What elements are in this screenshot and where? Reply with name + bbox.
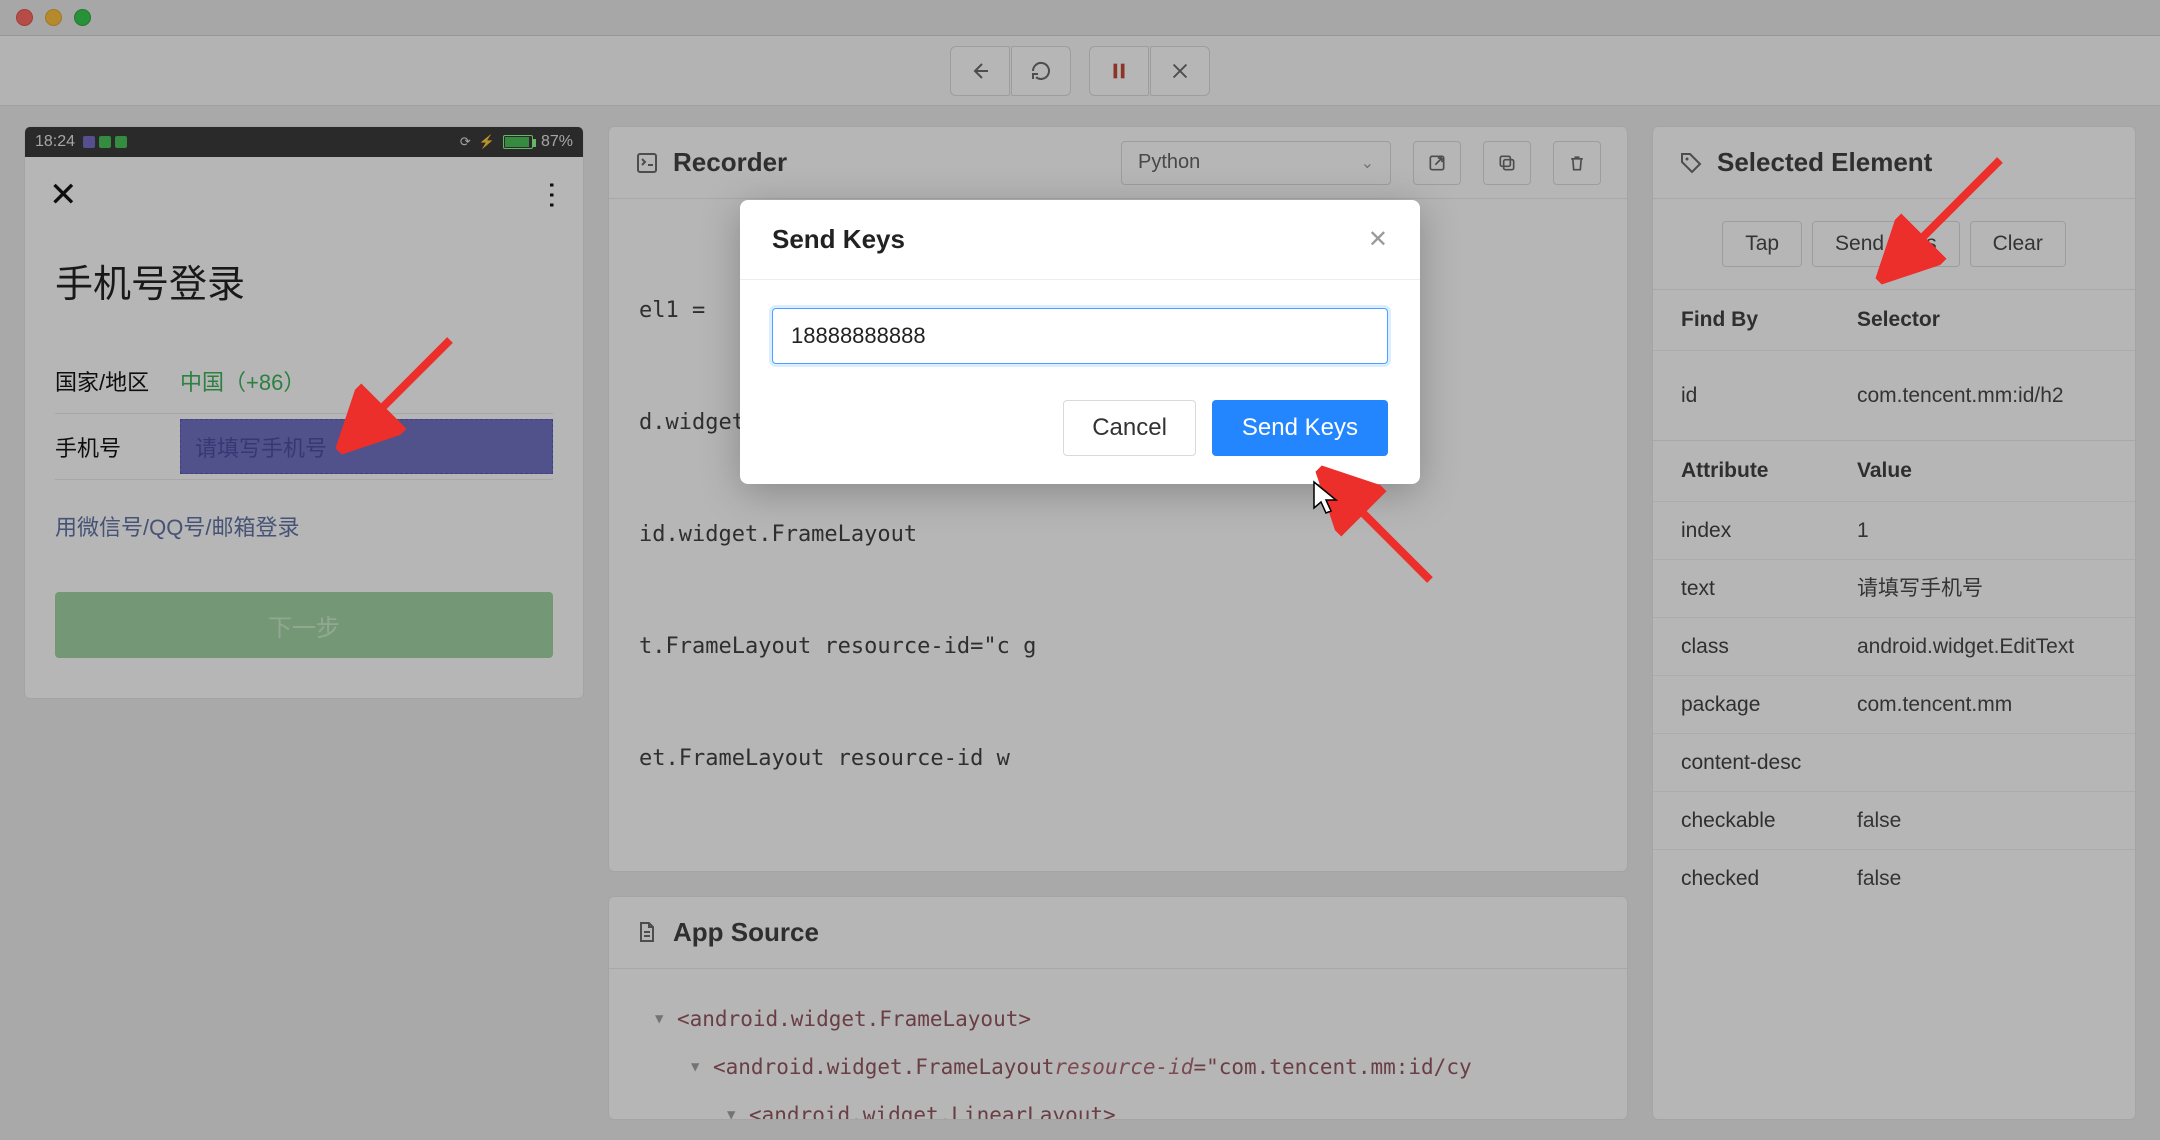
annotation-arrow-3 (1860, 140, 2020, 300)
annotation-arrow-1 (320, 320, 470, 470)
send-keys-dialog: Send Keys ✕ Cancel Send Keys (740, 200, 1420, 484)
dialog-cancel-button[interactable]: Cancel (1063, 400, 1196, 456)
dialog-submit-button[interactable]: Send Keys (1212, 400, 1388, 456)
mouse-cursor-icon (1312, 480, 1338, 516)
annotation-arrow-2 (1300, 450, 1450, 600)
send-keys-input[interactable] (772, 308, 1388, 364)
dialog-title: Send Keys (772, 224, 905, 255)
modal-overlay[interactable] (0, 0, 2160, 1140)
dialog-close-icon[interactable]: ✕ (1368, 225, 1388, 254)
